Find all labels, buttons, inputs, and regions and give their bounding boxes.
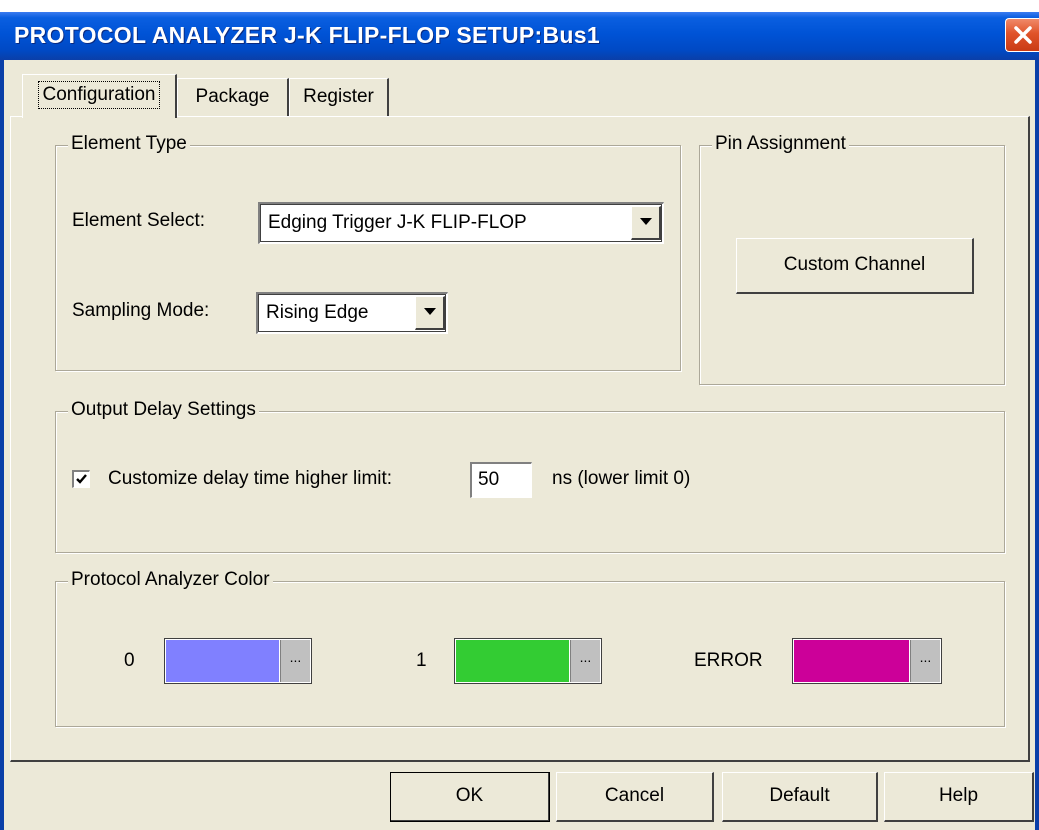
color-more-button[interactable]: ... xyxy=(280,640,310,682)
color-label-0: 0 xyxy=(124,650,135,671)
element-type-group: Element Type Element Select: Edging Trig… xyxy=(55,133,681,371)
color-picker-1[interactable]: ... xyxy=(454,638,602,684)
chevron-down-icon xyxy=(424,308,436,315)
background-strip xyxy=(0,0,1039,12)
color-swatch-0[interactable] xyxy=(166,640,279,682)
tab-panel-configuration: Element Type Element Select: Edging Trig… xyxy=(10,116,1030,762)
element-select-value: Edging Trigger J-K FLIP-FLOP xyxy=(268,212,527,233)
tab-configuration[interactable]: Configuration xyxy=(22,74,177,118)
color-more-button[interactable]: ... xyxy=(910,640,940,682)
window-title: PROTOCOL ANALYZER J-K FLIP-FLOP SETUP:Bu… xyxy=(14,22,600,48)
sampling-mode-label: Sampling Mode: xyxy=(72,300,210,321)
color-more-button[interactable]: ... xyxy=(570,640,600,682)
color-label-1: 1 xyxy=(416,650,427,671)
group-legend: Protocol Analyzer Color xyxy=(68,569,273,591)
customize-delay-checkbox[interactable] xyxy=(72,470,90,488)
group-legend: Element Type xyxy=(68,133,190,155)
sampling-mode-value: Rising Edge xyxy=(266,302,369,323)
color-label-error: ERROR xyxy=(694,650,763,671)
protocol-color-group: Protocol Analyzer Color 0 ... 1 ... ERRO… xyxy=(55,569,1005,727)
default-button[interactable]: Default xyxy=(722,772,878,822)
tab-package[interactable]: Package xyxy=(177,78,289,116)
group-legend: Output Delay Settings xyxy=(68,399,259,421)
pin-assignment-group: Pin Assignment Custom Channel xyxy=(699,133,1005,385)
dropdown-button[interactable] xyxy=(631,206,661,240)
help-button[interactable]: Help xyxy=(884,772,1034,822)
element-select-label: Element Select: xyxy=(72,210,206,231)
title-bar[interactable]: PROTOCOL ANALYZER J-K FLIP-FLOP SETUP:Bu… xyxy=(0,12,1039,60)
color-picker-0[interactable]: ... xyxy=(164,638,312,684)
checkmark-icon xyxy=(76,474,87,484)
custom-channel-button[interactable]: Custom Channel xyxy=(736,238,974,294)
delay-value-input[interactable]: 50 xyxy=(470,462,532,498)
cancel-button[interactable]: Cancel xyxy=(556,772,714,822)
element-select-dropdown[interactable]: Edging Trigger J-K FLIP-FLOP xyxy=(258,202,664,244)
dialog-window: PROTOCOL ANALYZER J-K FLIP-FLOP SETUP:Bu… xyxy=(0,0,1039,830)
tab-label: Package xyxy=(195,86,270,107)
close-button[interactable] xyxy=(1005,18,1039,52)
dropdown-button[interactable] xyxy=(415,296,445,330)
tab-register[interactable]: Register xyxy=(289,78,389,116)
close-icon xyxy=(1014,26,1032,44)
window-frame-right xyxy=(1035,60,1039,830)
tab-label: Configuration xyxy=(38,81,160,109)
color-swatch-error[interactable] xyxy=(794,640,909,682)
customize-delay-label: Customize delay time higher limit: xyxy=(108,468,393,489)
sampling-mode-dropdown[interactable]: Rising Edge xyxy=(256,292,448,334)
group-legend: Pin Assignment xyxy=(712,133,849,155)
color-picker-error[interactable]: ... xyxy=(792,638,942,684)
delay-unit-label: ns (lower limit 0) xyxy=(552,468,691,489)
ok-button[interactable]: OK xyxy=(390,772,550,822)
output-delay-group: Output Delay Settings Customize delay ti… xyxy=(55,399,1005,553)
tab-label: Register xyxy=(303,86,374,107)
chevron-down-icon xyxy=(640,218,652,225)
window-frame-left xyxy=(0,60,4,830)
color-swatch-1[interactable] xyxy=(456,640,569,682)
